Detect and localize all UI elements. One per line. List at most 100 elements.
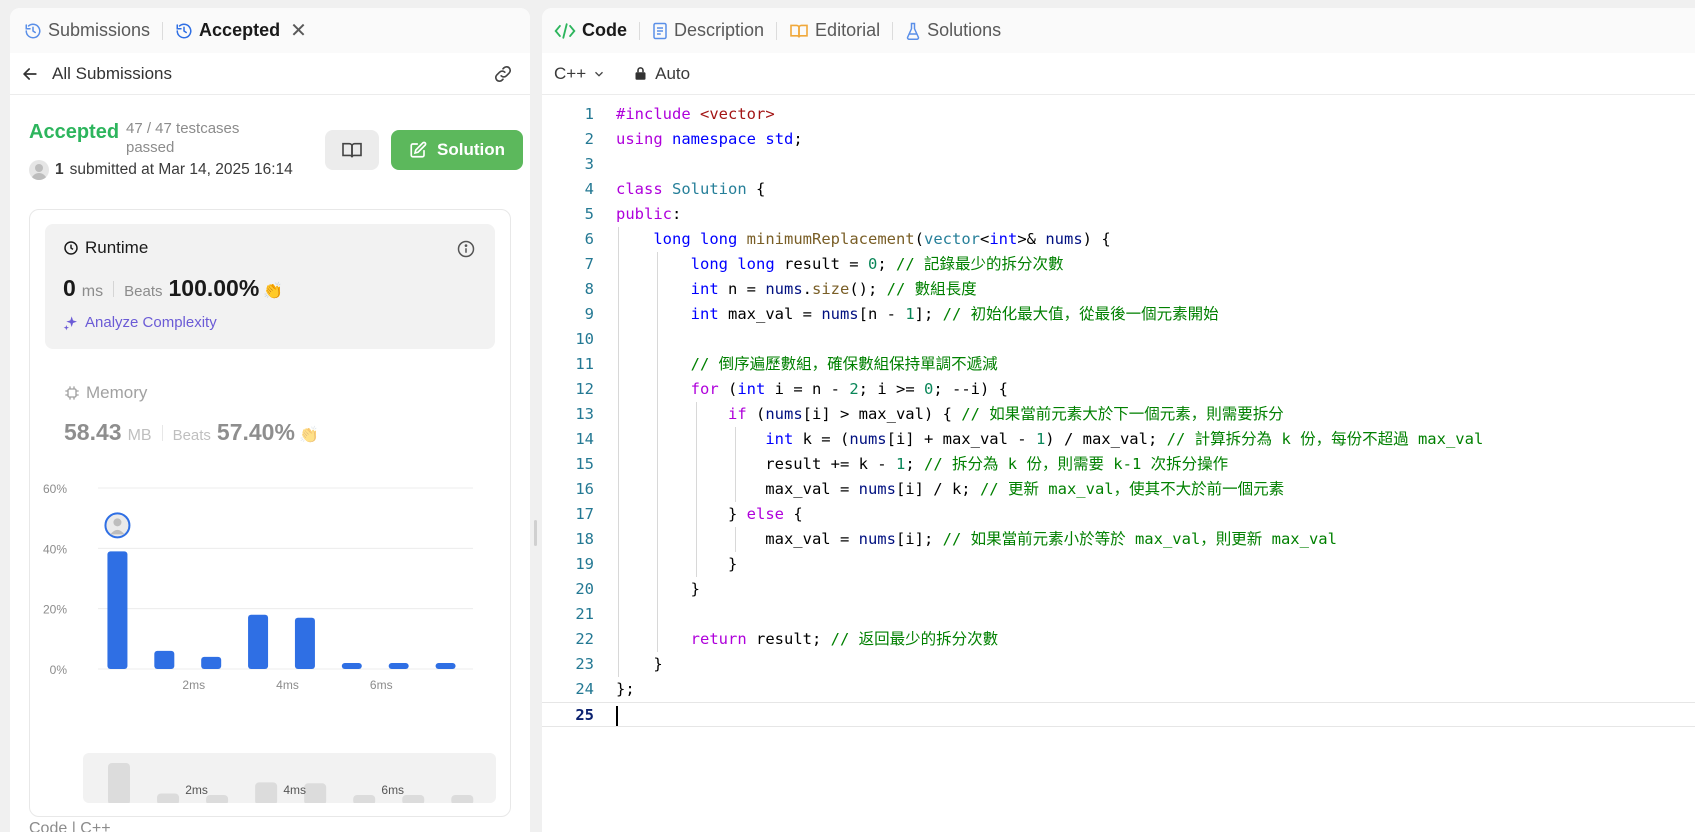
code-text: } <box>616 555 738 573</box>
code-line[interactable]: 7 long long result = 0; // 記錄最少的拆分次數 <box>542 252 1695 277</box>
code-text: max_val = nums[i]; // 如果當前元素小於等於 max_val… <box>616 530 1337 548</box>
code-text: int k = (nums[i] + max_val - 1) / max_va… <box>765 430 1484 448</box>
back-row: All Submissions <box>10 53 530 95</box>
tab-editorial[interactable]: Editorial <box>789 20 880 41</box>
x-tick-label: 2ms <box>182 678 205 692</box>
code-text: // 倒序遍歷數組，確保數組保持單調不遞減 <box>690 355 998 373</box>
tab-separator <box>892 21 894 40</box>
line-number: 15 <box>575 455 594 473</box>
indent-guide <box>696 402 697 577</box>
line-number: 23 <box>575 655 594 673</box>
submitter-info: 1 submitted at Mar 14, 2025 16:14 <box>29 160 293 180</box>
testcases-passed: 47 / 47 testcases passed <box>126 120 240 156</box>
code-line[interactable]: 5 public: <box>542 202 1695 227</box>
chart-bar <box>107 551 128 669</box>
code-text: if (nums[i] > max_val) { // 如果當前元素大於下一個元… <box>727 405 1284 423</box>
tab-separator <box>776 21 778 40</box>
y-tick-label: 60% <box>43 482 67 496</box>
code-editor[interactable]: 1 #include <vector> 2 using namespace std; 3… <box>542 102 1695 727</box>
code-line[interactable]: 20 } <box>542 577 1695 602</box>
code-line[interactable]: 22 return result; // 返回最少的拆分次數 <box>542 627 1695 652</box>
code-line[interactable]: 1 #include <vector> <box>542 102 1695 127</box>
submitted-time: submitted at Mar 14, 2025 16:14 <box>69 161 293 178</box>
tab-separator <box>162 21 164 40</box>
code-line[interactable]: 18 max_val = nums[i]; // 如果當前元素小於等於 max_… <box>542 527 1695 552</box>
tab-editorial-label: Editorial <box>815 20 881 40</box>
mini-chart-bar <box>451 795 474 803</box>
submission-tabs: Submissions Accepted ✕ <box>10 8 530 53</box>
code-line[interactable]: 2 using namespace std; <box>542 127 1695 152</box>
runtime-range-overview[interactable]: 2ms 4ms 6ms <box>83 753 496 803</box>
all-submissions-link[interactable]: All Submissions <box>20 64 172 84</box>
panel-resize-handle[interactable] <box>534 520 537 546</box>
code-text: }; <box>616 680 635 698</box>
code-line[interactable]: 3 <box>542 152 1695 177</box>
editorial-button[interactable] <box>325 130 379 170</box>
code-line[interactable]: 25 <box>542 702 1695 727</box>
editor-tabs: Code Description Editorial Solutions <box>542 8 1695 53</box>
line-number: 25 <box>575 706 594 724</box>
line-number: 5 <box>584 205 594 223</box>
code-line[interactable]: 17 } else { <box>542 502 1695 527</box>
code-line[interactable]: 11 // 倒序遍歷數組，確保數組保持單調不遞減 <box>542 352 1695 377</box>
mini-chart-bar <box>255 782 278 803</box>
code-line[interactable]: 10 <box>542 327 1695 352</box>
language-select[interactable]: C++ <box>554 64 606 84</box>
indent-guide <box>735 527 736 552</box>
code-line[interactable]: 14 int k = (nums[i] + max_val - 1) / max… <box>542 427 1695 452</box>
tab-submissions[interactable]: Submissions <box>24 8 150 53</box>
code-text: } <box>616 580 700 598</box>
performance-card: Runtime 0 ms Beats 100.00% 👏 Analyze Com… <box>29 209 511 817</box>
user-icon <box>113 518 122 527</box>
status-label: Accepted <box>29 121 120 143</box>
tab-accepted[interactable]: Accepted <box>175 8 280 53</box>
auto-mode[interactable]: Auto <box>634 64 690 84</box>
code-line[interactable]: 6 long long minimumReplacement(vector<in… <box>542 227 1695 252</box>
document-icon <box>653 22 667 39</box>
line-number: 20 <box>575 580 594 598</box>
tab-description[interactable]: Description <box>652 20 764 41</box>
runtime-distribution-chart: 60% 40% 20% 0% 2ms 4ms 6ms <box>43 482 473 692</box>
all-submissions-label: All Submissions <box>52 63 172 83</box>
code-line[interactable]: 16 max_val = nums[i] / k; // 更新 max_val，… <box>542 477 1695 502</box>
mini-chart-label: 2ms <box>185 783 208 797</box>
code-text: long long minimumReplacement(vector<int>… <box>653 230 1111 248</box>
code-line[interactable]: 9 int max_val = nums[n - 1]; // 初始化最大值，從… <box>542 302 1695 327</box>
tab-solutions[interactable]: Solutions <box>905 20 1001 41</box>
code-line[interactable]: 12 for (int i = n - 2; i >= 0; --i) { <box>542 377 1695 402</box>
code-line[interactable]: 13 if (nums[i] > max_val) { // 如果當前元素大於下… <box>542 402 1695 427</box>
line-number: 9 <box>584 305 594 323</box>
code-text: int n = nums.size(); // 數組長度 <box>690 280 977 298</box>
line-number: 12 <box>575 380 594 398</box>
code-text: #include <vector> <box>616 105 775 123</box>
code-line[interactable]: 24}; <box>542 677 1695 702</box>
code-line[interactable]: 19 } <box>542 552 1695 577</box>
code-text: max_val = nums[i] / k; // 更新 max_val，使其不… <box>616 480 1285 498</box>
line-number: 17 <box>575 505 594 523</box>
code-line[interactable]: 15 result += k - 1; // 拆分為 k 份，則需要 k-1 次… <box>542 452 1695 477</box>
code-line[interactable]: 4 class Solution { <box>542 177 1695 202</box>
line-number: 8 <box>584 280 594 298</box>
history-icon <box>176 23 192 38</box>
code-text: return result; // 返回最少的拆分次數 <box>690 630 999 648</box>
chart-bar <box>435 662 456 669</box>
tab-separator <box>639 21 640 40</box>
chart-bar <box>388 662 409 669</box>
code-line[interactable]: 21 <box>542 602 1695 627</box>
code-text: int max_val = nums[n - 1]; // 初始化最大值，從最後… <box>690 305 1219 323</box>
avatar[interactable] <box>29 160 49 180</box>
line-number: 16 <box>575 480 594 498</box>
code-line[interactable]: 23 } <box>542 652 1695 677</box>
code-line[interactable]: 8 int n = nums.size(); // 數組長度 <box>542 277 1695 302</box>
submitter-name[interactable]: 1 <box>55 161 64 179</box>
tab-code[interactable]: Code <box>554 20 627 41</box>
close-icon[interactable]: ✕ <box>290 21 307 41</box>
line-number: 19 <box>575 555 594 573</box>
indent-guide <box>657 252 658 652</box>
solution-button[interactable]: Solution <box>391 130 523 170</box>
history-icon <box>25 23 41 38</box>
mini-chart-bar <box>402 795 425 803</box>
link-icon[interactable] <box>492 63 514 85</box>
line-number: 14 <box>575 430 594 448</box>
book-open-icon <box>342 142 362 158</box>
